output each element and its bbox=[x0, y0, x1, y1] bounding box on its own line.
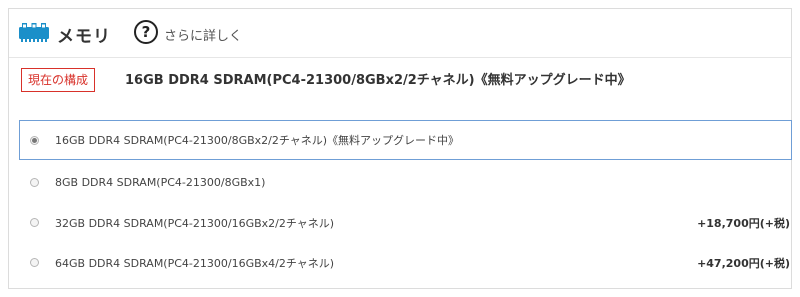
radio-button[interactable] bbox=[30, 218, 39, 227]
memory-option[interactable]: 16GB DDR4 SDRAM(PC4-21300/8GBx2/2チャネル)《無… bbox=[19, 120, 792, 160]
help-icon[interactable]: ? bbox=[134, 20, 158, 44]
radio-button[interactable] bbox=[30, 178, 39, 187]
option-label: 8GB DDR4 SDRAM(PC4-21300/8GBx1) bbox=[55, 176, 266, 189]
option-price: +47,200円(+税) bbox=[697, 256, 790, 270]
current-config-text: 16GB DDR4 SDRAM(PC4-21300/8GBx2/2チャネル)《無… bbox=[125, 73, 631, 88]
memory-options-list: 16GB DDR4 SDRAM(PC4-21300/8GBx2/2チャネル)《無… bbox=[19, 120, 792, 284]
current-config-badge: 現在の構成 bbox=[21, 68, 96, 92]
memory-option[interactable]: 8GB DDR4 SDRAM(PC4-21300/8GBx1) bbox=[19, 164, 792, 201]
memory-section: メモリ ? さらに詳しく 現在の構成 16GB DDR4 SDRAM(PC4-2… bbox=[8, 8, 792, 289]
option-label: 16GB DDR4 SDRAM(PC4-21300/8GBx2/2チャネル)《無… bbox=[55, 134, 460, 147]
memory-option[interactable]: 64GB DDR4 SDRAM(PC4-21300/16GBx4/2チャネル) … bbox=[19, 244, 792, 281]
section-title: メモリ bbox=[57, 27, 111, 47]
radio-button[interactable] bbox=[30, 258, 39, 267]
more-info-link[interactable]: さらに詳しく bbox=[164, 25, 242, 44]
radio-button-selected[interactable] bbox=[30, 135, 39, 145]
section-header: メモリ ? さらに詳しく bbox=[9, 9, 791, 58]
option-label: 32GB DDR4 SDRAM(PC4-21300/16GBx2/2チャネル) bbox=[55, 216, 335, 230]
memory-option[interactable]: 32GB DDR4 SDRAM(PC4-21300/16GBx2/2チャネル) … bbox=[19, 204, 792, 241]
option-label: 64GB DDR4 SDRAM(PC4-21300/16GBx4/2チャネル) bbox=[55, 256, 335, 270]
memory-icon bbox=[19, 23, 49, 42]
option-price: +18,700円(+税) bbox=[697, 216, 790, 230]
